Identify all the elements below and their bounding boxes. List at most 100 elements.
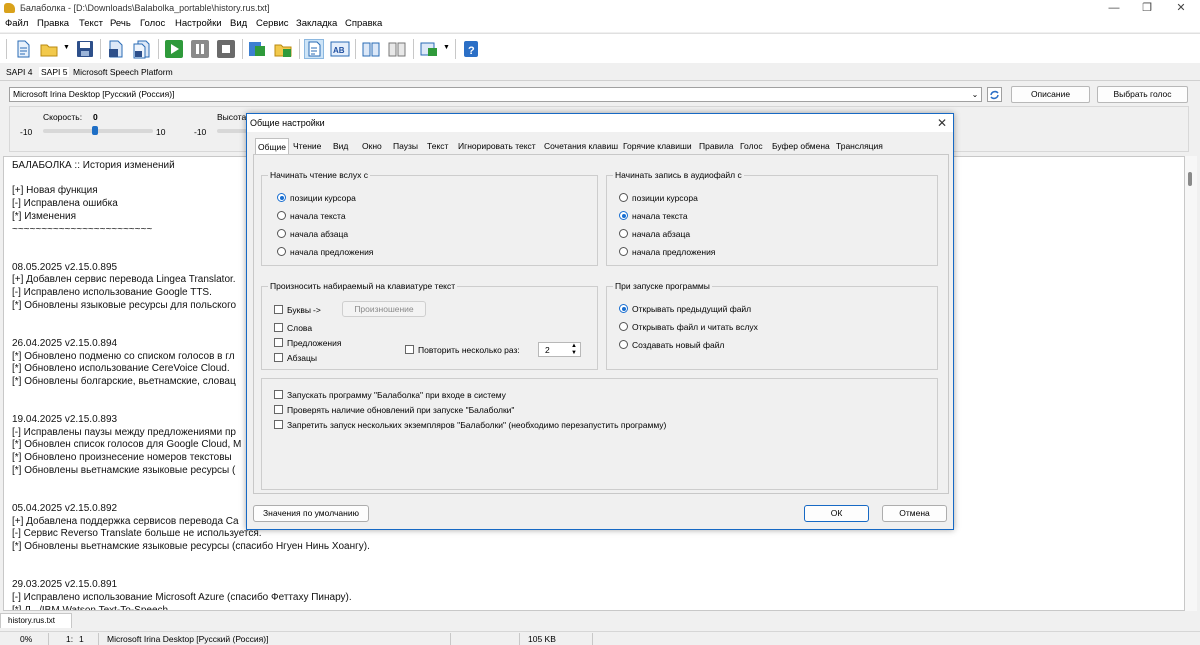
app-icon <box>4 3 15 13</box>
defaults-button[interactable]: Значения по умолчанию <box>253 505 369 522</box>
menu-voice[interactable]: Голос <box>140 18 165 29</box>
stop-icon[interactable] <box>216 39 236 59</box>
menu-speech[interactable]: Речь <box>110 18 131 29</box>
read-clipboard-icon[interactable] <box>247 39 267 59</box>
speed-value: 0 <box>93 112 98 122</box>
refresh-voices-icon[interactable] <box>987 87 1002 102</box>
tab-general[interactable]: Общие <box>255 138 289 155</box>
tab-speech-platform[interactable]: Microsoft Speech Platform <box>73 67 173 77</box>
start-reading-title: Начинать чтение вслух с <box>268 170 370 180</box>
tab-pauses[interactable]: Паузы <box>391 141 420 154</box>
checkbox-words[interactable] <box>274 323 283 332</box>
sentences-label: Предложения <box>287 338 342 348</box>
typing-echo-group: Произносить набираемый на клавиатуре тек… <box>261 281 598 370</box>
stepper-down-icon[interactable]: ▼ <box>571 350 577 356</box>
tab-voice[interactable]: Голос <box>738 141 765 154</box>
checkbox-paragraphs[interactable] <box>274 353 283 362</box>
tab-view[interactable]: Вид <box>331 141 350 154</box>
read-file-icon[interactable] <box>273 39 293 59</box>
editor-scrollbar[interactable] <box>1185 156 1197 611</box>
checkbox-letters[interactable] <box>274 305 283 314</box>
start-recording-group: Начинать запись в аудиофайл с позиции ку… <box>606 170 938 266</box>
radio-read-sentence-start[interactable] <box>277 247 286 256</box>
editor-line: [-] Исправлено использование Google TTS. <box>12 287 212 298</box>
new-file-icon[interactable] <box>13 39 33 59</box>
pitch-slider[interactable] <box>217 129 247 133</box>
menu-view[interactable]: Вид <box>230 18 247 29</box>
stepper-up-icon[interactable]: ▲ <box>571 343 577 349</box>
menu-settings[interactable]: Настройки <box>175 18 222 29</box>
speed-slider[interactable] <box>43 129 153 133</box>
pronunciation-button[interactable]: Произношение <box>342 301 426 317</box>
checkbox-sentences[interactable] <box>274 338 283 347</box>
editor-scrollbar-thumb[interactable] <box>1188 172 1192 186</box>
open-dropdown-icon[interactable]: ▼ <box>63 44 70 51</box>
tab-broadcast[interactable]: Трансляция <box>834 141 885 154</box>
radio-record-sentence-start[interactable] <box>619 247 628 256</box>
menu-bookmark[interactable]: Закладка <box>296 18 337 29</box>
tab-shortcuts[interactable]: Сочетания клавиш <box>542 141 620 154</box>
tab-text[interactable]: Текст <box>425 141 450 154</box>
menu-bar: Файл Правка Текст Речь Голос Настройки В… <box>0 16 1200 32</box>
tab-clipboard[interactable]: Буфер обмена <box>770 141 832 154</box>
cancel-button[interactable]: Отмена <box>882 505 947 522</box>
toolbar-separator <box>413 39 414 59</box>
ok-button[interactable]: ОК <box>804 505 869 522</box>
option-label: начала текста <box>632 211 688 221</box>
checkbox-check-updates[interactable] <box>274 405 283 414</box>
voice-description-button[interactable]: Описание <box>1011 86 1090 103</box>
document-tab[interactable]: history.rus.txt <box>0 613 72 628</box>
repeat-count-stepper[interactable]: 2 ▲ ▼ <box>538 342 581 357</box>
open-file-icon[interactable] <box>39 39 59 59</box>
batch-convert-icon[interactable] <box>132 39 152 59</box>
radio-record-text-start[interactable] <box>619 211 628 220</box>
editor-line: ~~~~~~~~~~~~~~~~~~~~~~~~ <box>12 223 153 235</box>
dialog-close-icon[interactable]: ✕ <box>933 115 951 131</box>
checkbox-repeat[interactable] <box>405 345 414 354</box>
play-icon[interactable] <box>164 39 184 59</box>
radio-record-paragraph-start[interactable] <box>619 229 628 238</box>
tab-rules[interactable]: Правила <box>697 141 736 154</box>
speed-slider-thumb[interactable] <box>92 126 98 135</box>
radio-read-paragraph-start[interactable] <box>277 229 286 238</box>
menu-file[interactable]: Файл <box>5 18 28 29</box>
maximize-icon[interactable]: ❐ <box>1130 0 1164 16</box>
radio-open-and-read[interactable] <box>619 322 628 331</box>
settings-icon[interactable] <box>419 39 439 59</box>
radio-read-cursor[interactable] <box>277 193 286 202</box>
toolbar-separator <box>100 39 101 59</box>
dictionary-icon[interactable] <box>361 39 381 59</box>
help-icon[interactable]: ? <box>461 39 481 59</box>
checkbox-autostart[interactable] <box>274 390 283 399</box>
pause-icon[interactable] <box>190 39 210 59</box>
misc-options-group: Запускать программу "Балаболка" при вход… <box>261 378 938 490</box>
edit-mode-icon[interactable] <box>304 39 324 59</box>
radio-new-file[interactable] <box>619 340 628 349</box>
checkbox-single-instance[interactable] <box>274 420 283 429</box>
radio-record-cursor[interactable] <box>619 193 628 202</box>
radio-read-text-start[interactable] <box>277 211 286 220</box>
voice-select[interactable]: Microsoft Irina Desktop [Русский (Россия… <box>9 87 982 102</box>
radio-open-previous[interactable] <box>619 304 628 313</box>
tab-hotkeys[interactable]: Горячие клавиши <box>621 141 694 154</box>
save-audio-icon[interactable] <box>106 39 126 59</box>
menu-edit[interactable]: Правка <box>37 18 69 29</box>
repeat-count-value: 2 <box>545 345 550 355</box>
dictionary-edit-icon[interactable] <box>387 39 407 59</box>
tab-window[interactable]: Окно <box>360 141 384 154</box>
spell-check-icon[interactable]: AB <box>330 39 350 59</box>
chevron-down-icon[interactable]: ⌄ <box>969 88 981 101</box>
choose-voice-button[interactable]: Выбрать голос <box>1097 86 1188 103</box>
menu-text[interactable]: Текст <box>79 18 103 29</box>
tab-sapi5[interactable]: SAPI 5 <box>39 67 70 77</box>
menu-help[interactable]: Справка <box>345 18 382 29</box>
settings-dropdown-icon[interactable]: ▼ <box>443 44 450 51</box>
menu-service[interactable]: Сервис <box>256 18 289 29</box>
general-tab-panel: Начинать чтение вслух с позиции курсора … <box>253 154 949 494</box>
tab-reading[interactable]: Чтение <box>291 141 323 154</box>
save-icon[interactable] <box>75 39 95 59</box>
minimize-icon[interactable]: — <box>1097 0 1131 16</box>
tab-ignore-text[interactable]: Игнорировать текст <box>456 141 538 154</box>
tab-sapi4[interactable]: SAPI 4 <box>6 67 32 77</box>
close-icon[interactable]: ✕ <box>1164 0 1198 16</box>
